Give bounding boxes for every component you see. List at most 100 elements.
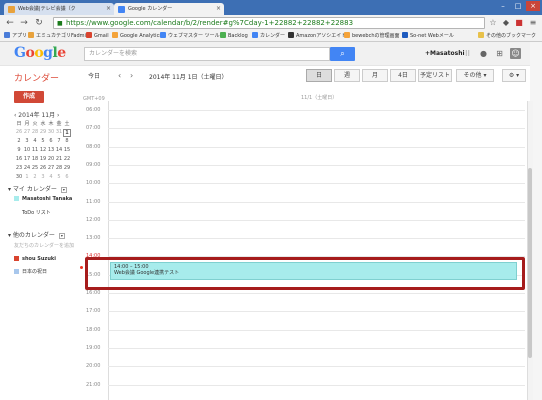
mini-calendar-day[interactable]: 26 (15, 129, 23, 135)
mini-calendar-day[interactable]: 3 (39, 174, 47, 180)
reload-icon[interactable]: ↻ (33, 17, 45, 29)
mini-calendar-day[interactable]: 24 (23, 165, 31, 171)
calendar-item-masatoshi[interactable]: Masatoshi Tanaka (14, 196, 72, 202)
mini-calendar-day[interactable]: 1 (63, 129, 71, 137)
view-day-button[interactable]: 日 (306, 69, 332, 82)
address-bar[interactable]: ■ https://www.google.com/calendar/b/2/re… (53, 17, 485, 29)
browser-tab-2[interactable]: Google カレンダー × (114, 3, 224, 15)
mini-calendar-day[interactable]: 21 (55, 156, 63, 162)
browser-tab-1[interactable]: Web会議|テレビ会議（ク × (4, 3, 114, 15)
mini-calendar-day[interactable]: 30 (47, 129, 55, 135)
mini-calendar-day[interactable]: 26 (39, 165, 47, 171)
share-icon[interactable]: ⊞ (494, 48, 505, 59)
avatar[interactable]: ☺ (510, 48, 521, 59)
star-icon[interactable]: ☆ (488, 18, 498, 28)
mini-calendar-day[interactable]: 2 (31, 174, 39, 180)
mini-calendar-day[interactable]: 10 (23, 147, 31, 153)
mini-calendar-day[interactable]: 4 (47, 174, 55, 180)
close-window-icon[interactable]: × (526, 1, 540, 11)
bookmark-apps[interactable]: アプリ (4, 32, 27, 41)
calendar-search-input[interactable]: カレンダーを検索 (84, 47, 330, 61)
user-name-link[interactable]: +Masatoshi (425, 50, 465, 57)
mini-calendar-day[interactable]: 20 (47, 156, 55, 162)
mini-calendar-day[interactable]: 27 (23, 129, 31, 135)
more-button[interactable]: その他 ▾ (456, 69, 494, 82)
mini-calendar-day[interactable]: 2 (15, 138, 23, 144)
previous-icon[interactable]: ‹ (118, 71, 121, 80)
mini-calendar-day[interactable]: 29 (39, 129, 47, 135)
mini-calendar-day[interactable]: 6 (63, 174, 71, 180)
calendar-item-todo[interactable]: ToDo リスト (22, 209, 51, 216)
today-button[interactable]: 今日 (88, 71, 100, 80)
mini-calendar-day[interactable]: 29 (63, 165, 71, 171)
mini-calendar-day[interactable]: 3 (23, 138, 31, 144)
next-icon[interactable]: › (130, 71, 133, 80)
mini-calendar-day[interactable]: 5 (39, 138, 47, 144)
day-grid[interactable] (108, 101, 525, 400)
calendar-item-holidays[interactable]: 日本の祝日 (14, 268, 47, 275)
mini-calendar-day[interactable]: 6 (47, 138, 55, 144)
mini-calendar-day[interactable]: 27 (47, 165, 55, 171)
mini-calendar-day[interactable]: 23 (15, 165, 23, 171)
mini-calendar-day[interactable]: 11 (31, 147, 39, 153)
bookmark-gmail[interactable]: Gmail (86, 32, 109, 41)
mini-calendar-day[interactable]: 19 (39, 156, 47, 162)
other-calendars-header[interactable]: ▾ 他のカレンダー ▾ (8, 230, 65, 239)
mini-calendar-day[interactable]: 28 (55, 165, 63, 171)
day-column-header[interactable]: 11/1（土曜日） (301, 94, 337, 101)
bookmark-item[interactable]: エミュカテゴリFadmin (28, 32, 89, 41)
mini-calendar-day[interactable]: 31 (55, 129, 63, 135)
mini-calendar-day[interactable]: 18 (31, 156, 39, 162)
back-icon[interactable]: ← (4, 17, 16, 29)
dropdown-icon[interactable]: ▾ (60, 186, 67, 193)
view-month-button[interactable]: 月 (362, 69, 388, 82)
bookmark-amazon[interactable]: Amazonアソシエイト (288, 32, 346, 41)
my-calendars-header[interactable]: ▾ マイ カレンダー ▾ (8, 184, 67, 193)
maximize-icon[interactable]: □ (511, 1, 525, 11)
view-agenda-button[interactable]: 予定リスト (418, 69, 452, 82)
notifications-icon[interactable]: ● (478, 48, 489, 59)
mini-calendar-day[interactable]: 5 (55, 174, 63, 180)
forward-icon[interactable]: → (18, 17, 30, 29)
mini-calendar-day[interactable]: 25 (31, 165, 39, 171)
view-week-button[interactable]: 週 (334, 69, 360, 82)
bookmark-item[interactable]: bewebchの管理画面 (344, 32, 400, 41)
close-tab-icon[interactable]: × (106, 5, 111, 12)
mini-calendar-day[interactable]: 15 (63, 147, 71, 153)
mini-calendar-header[interactable]: ‹ 2014年 11月 › (14, 110, 59, 119)
google-logo[interactable]: Google (14, 45, 66, 61)
mini-calendar-day[interactable]: 30 (15, 174, 23, 180)
apps-grid-icon[interactable]: ⁝⁝ (462, 48, 473, 59)
menu-icon[interactable]: ≡ (528, 18, 538, 28)
scrollbar-thumb[interactable] (528, 168, 532, 358)
dropdown-icon[interactable]: ▾ (58, 232, 65, 239)
bookmark-calendar[interactable]: カレンダー (252, 32, 285, 41)
settings-gear-icon[interactable]: ⚙ ▾ (502, 69, 526, 82)
create-button[interactable]: 作成 (14, 91, 44, 103)
mini-calendar-day[interactable]: 1 (23, 174, 31, 180)
minimize-icon[interactable]: – (496, 1, 510, 11)
add-friend-calendar-input[interactable]: 友だちのカレンダーを追加 (14, 242, 74, 249)
mini-calendar-day[interactable]: 12 (39, 147, 47, 153)
mini-calendar-day[interactable]: 16 (15, 156, 23, 162)
bookmark-analytics[interactable]: Google Analytics (112, 32, 162, 41)
bookmark-sonet[interactable]: So-net Webメール (402, 32, 454, 41)
mini-calendar-day[interactable]: 8 (63, 138, 71, 144)
mini-calendar-day[interactable]: 13 (47, 147, 55, 153)
bookmark-webmaster[interactable]: ウェブマスター ツール (160, 32, 220, 41)
mini-calendar-day[interactable]: 14 (55, 147, 63, 153)
search-button[interactable]: ⌕ (330, 47, 355, 61)
mini-calendar-day[interactable]: 22 (63, 156, 71, 162)
calendar-item-shou[interactable]: shou Suzuki (14, 256, 56, 262)
mini-calendar-day[interactable]: 4 (31, 138, 39, 144)
bookmark-backlog[interactable]: Backlog (220, 32, 248, 41)
mini-calendar-day[interactable]: 17 (23, 156, 31, 162)
mini-calendar-day[interactable]: 7 (55, 138, 63, 144)
extension-icon[interactable]: ◆ (501, 18, 511, 28)
mini-calendar-day[interactable]: 28 (31, 129, 39, 135)
view-4days-button[interactable]: 4日 (390, 69, 416, 82)
other-bookmarks[interactable]: その他のブックマーク (478, 32, 536, 41)
mini-calendar-day[interactable]: 9 (15, 147, 23, 153)
extension-icon[interactable]: ■ (514, 18, 524, 28)
close-tab-icon[interactable]: × (216, 5, 221, 12)
